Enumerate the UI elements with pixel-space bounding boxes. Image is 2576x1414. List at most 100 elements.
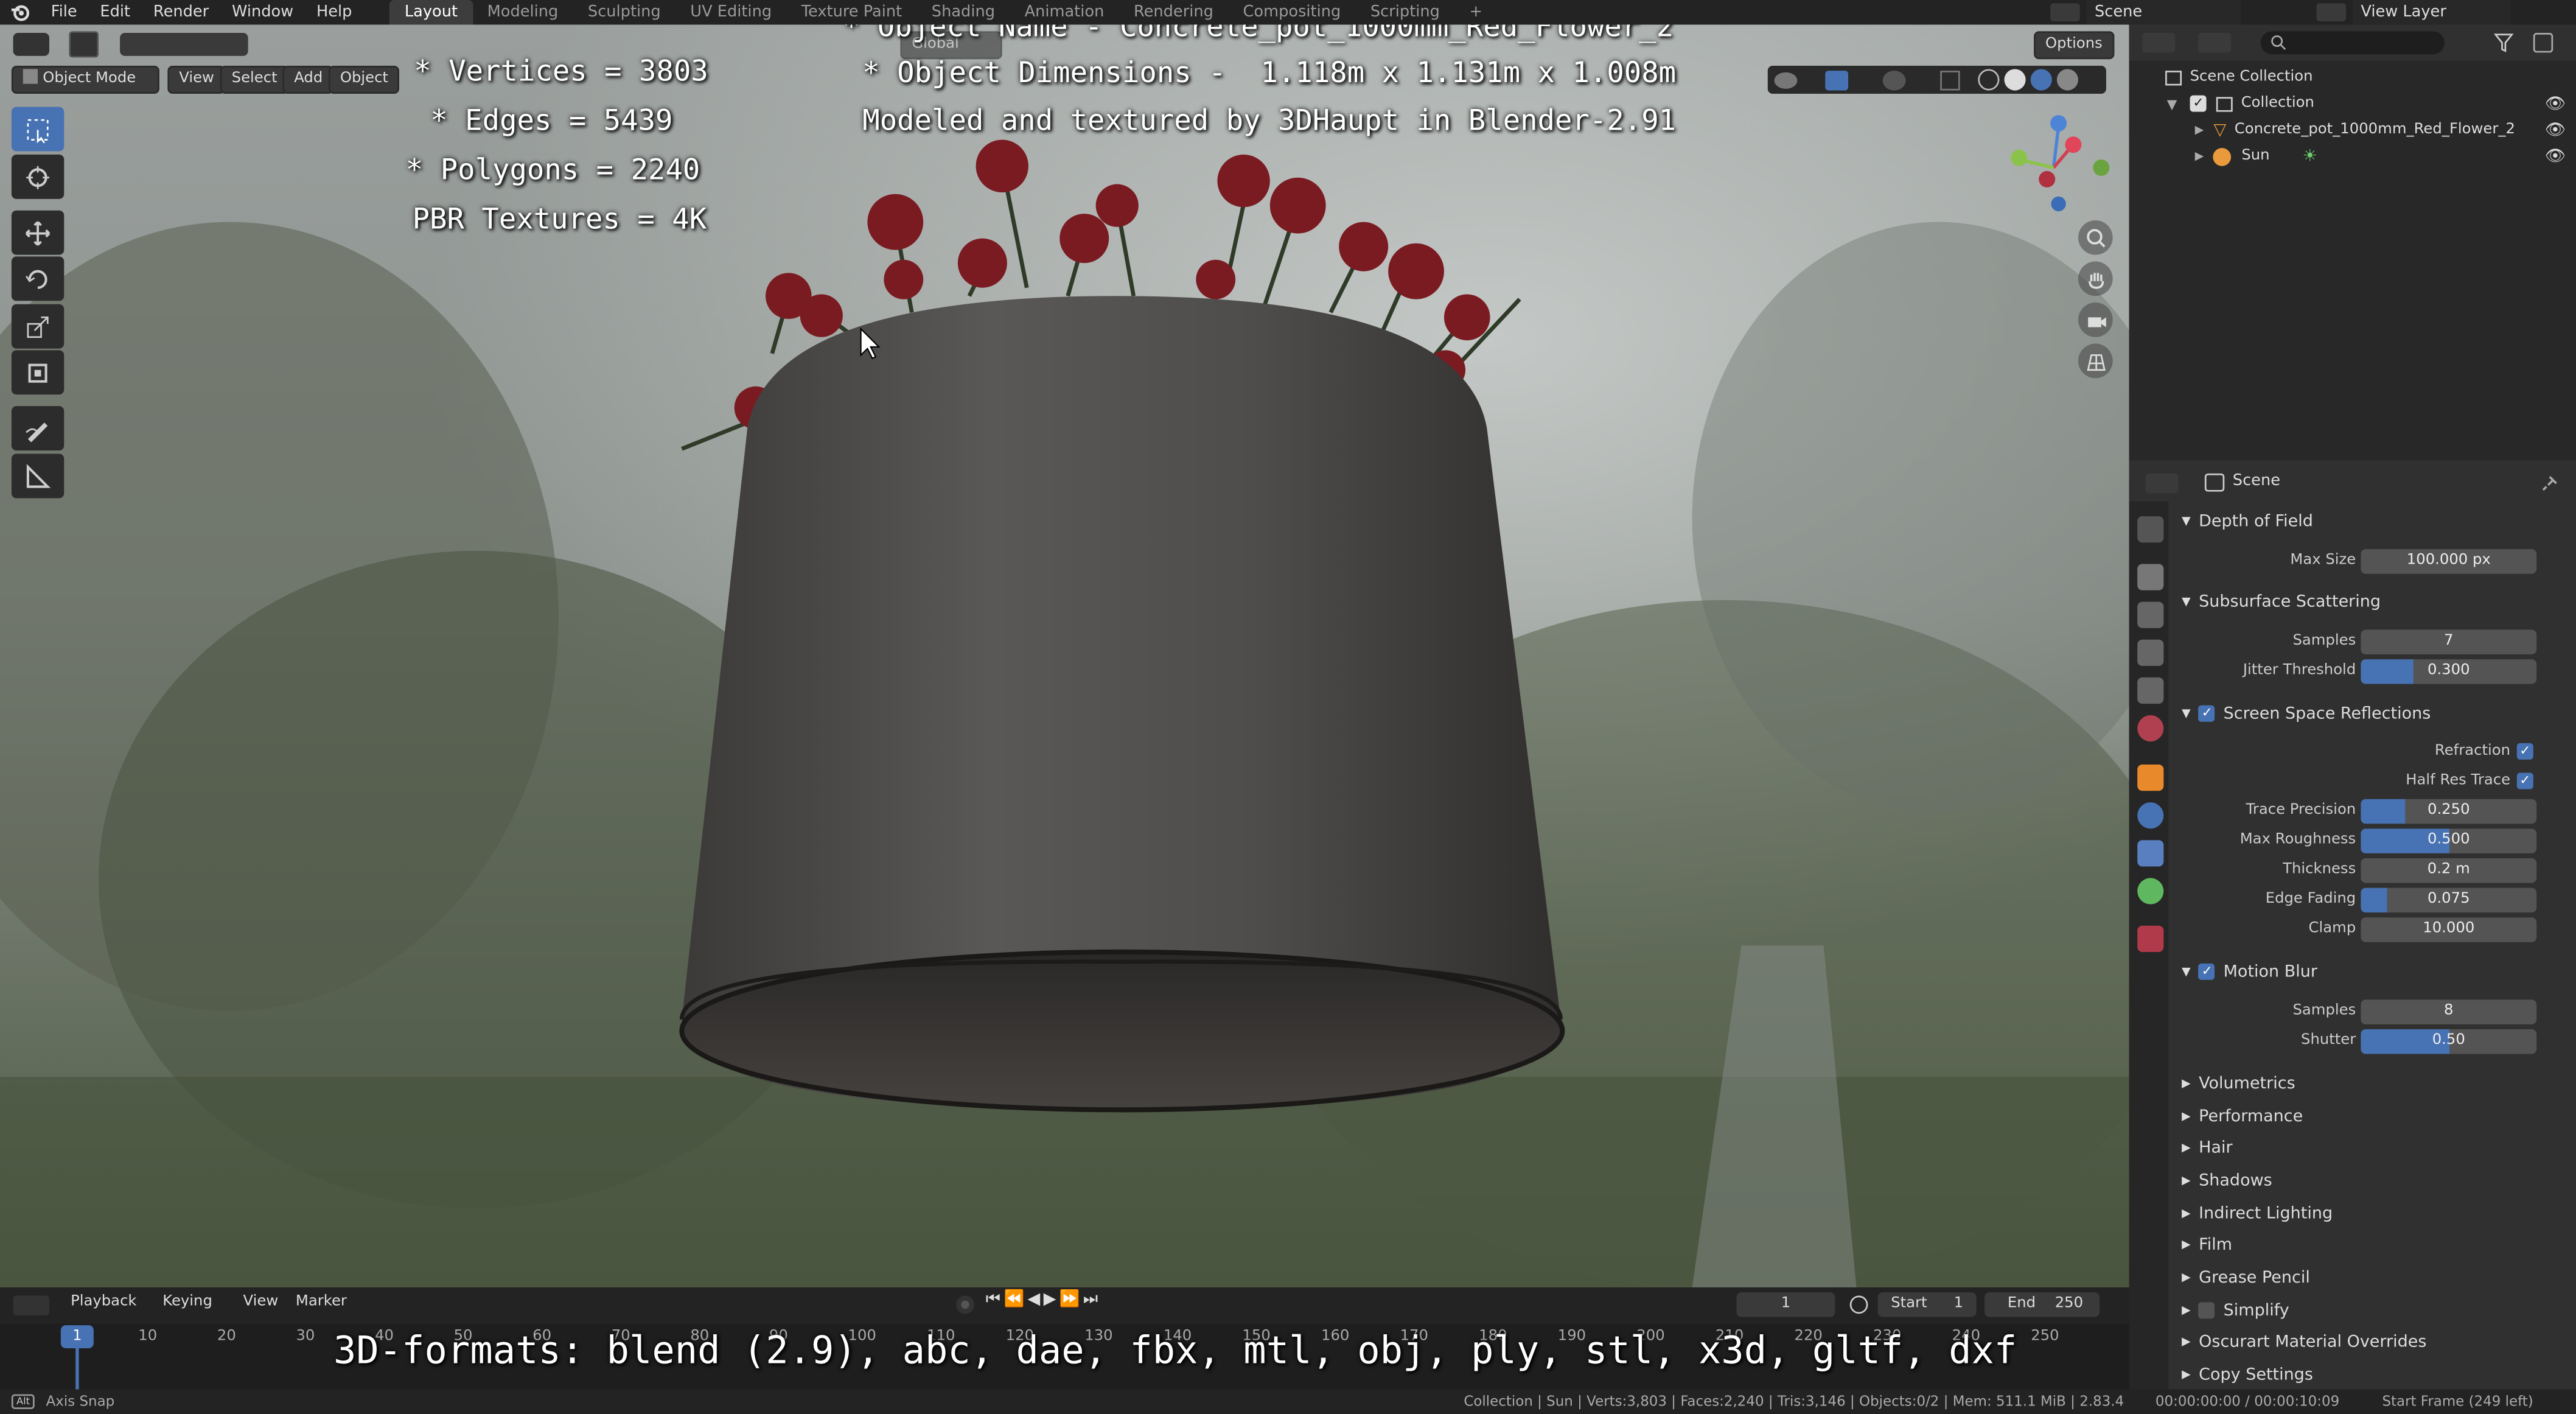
tool-rotate[interactable] — [11, 256, 65, 301]
expand-arrow-icon[interactable]: ▶ — [2195, 150, 2204, 163]
tab-rendering[interactable]: Rendering — [1119, 0, 1229, 25]
menu-help[interactable]: Help — [305, 0, 363, 25]
render-tab-icon[interactable] — [2137, 564, 2164, 590]
scene-name-field[interactable]: Scene — [2086, 0, 2241, 25]
eye-icon[interactable]: 👁 — [2545, 121, 2566, 139]
clamp-field[interactable]: 10.000 — [2361, 917, 2537, 942]
tool-annotate[interactable] — [11, 406, 65, 451]
tab-compositing[interactable]: Compositing — [1228, 0, 1355, 25]
outliner-search-input[interactable] — [2260, 31, 2445, 55]
rendered-shading-icon[interactable] — [2056, 69, 2079, 91]
timeline-editor-icon[interactable] — [13, 1295, 49, 1315]
edge-fading-slider[interactable]: 0.075 — [2361, 887, 2537, 913]
section-depth-of-field[interactable]: ▼ Depth of Field — [2168, 505, 2576, 537]
playhead[interactable]: 1 — [60, 1325, 94, 1348]
select-mode-icons[interactable] — [120, 33, 248, 56]
perspective-grid-icon[interactable] — [2078, 343, 2113, 379]
section-simplify[interactable]: ▶ Simplify — [2168, 1294, 2576, 1327]
outliner-object-row[interactable]: ▶ ▽ Concrete_pot_1000mm_Red_Flower_2 👁 — [2129, 117, 2576, 143]
section-indirect-lighting[interactable]: ▶ Indirect Lighting — [2168, 1197, 2576, 1230]
menu-file[interactable]: File — [40, 0, 89, 25]
expand-arrow-icon[interactable]: ▼ — [2167, 96, 2177, 111]
section-film[interactable]: ▶ Film — [2168, 1228, 2576, 1261]
timeline-menu-view[interactable]: View — [243, 1294, 279, 1311]
end-frame-field[interactable]: End 250 — [1984, 1292, 2100, 1317]
tool-measure[interactable] — [11, 453, 65, 499]
refraction-checkbox[interactable]: ✓ — [2516, 743, 2533, 760]
display-mode-icon[interactable] — [2198, 33, 2232, 53]
tool-settings-tab-icon[interactable] — [2137, 516, 2164, 543]
zoom-icon[interactable] — [2078, 220, 2113, 255]
navigation-gizmo[interactable] — [1996, 110, 2111, 225]
viewport-menu-object[interactable]: Object — [328, 66, 400, 94]
solid-shading-icon[interactable] — [2004, 69, 2026, 91]
section-oscurart-overrides[interactable]: ▶ Oscurart Material Overrides — [2168, 1325, 2576, 1358]
tab-scripting[interactable]: Scripting — [1356, 0, 1455, 25]
blender-logo-icon[interactable] — [0, 0, 40, 25]
tab-texture-paint[interactable]: Texture Paint — [786, 0, 916, 25]
menu-render[interactable]: Render — [142, 0, 220, 25]
output-tab-icon[interactable] — [2137, 601, 2164, 628]
constraints-tab-icon[interactable] — [2137, 840, 2164, 867]
playback-controls[interactable]: ⏮⏪◀▶⏩⏭ — [986, 1290, 1101, 1309]
outliner-collection[interactable]: ▼ ✓ Collection 👁 — [2129, 91, 2576, 117]
section-hair[interactable]: ▶ Hair — [2168, 1131, 2576, 1164]
section-screen-space-reflections[interactable]: ▼ ✓ Screen Space Reflections — [2168, 697, 2576, 730]
max-size-field[interactable]: 100.000 px — [2361, 549, 2537, 574]
object-mode-dropdown[interactable]: Object Mode — [11, 66, 159, 94]
clock-icon[interactable] — [1849, 1295, 1868, 1314]
texture-tab-icon[interactable] — [2137, 925, 2164, 952]
tool-move[interactable] — [11, 210, 65, 255]
object-tab-icon[interactable] — [2137, 765, 2164, 791]
menu-edit[interactable]: Edit — [89, 0, 142, 25]
tool-scale[interactable] — [11, 304, 65, 349]
viewport-menu-select[interactable]: Select — [220, 66, 289, 94]
timeline-menu-playback[interactable]: Playback — [71, 1294, 136, 1311]
pan-hand-icon[interactable] — [2078, 261, 2113, 296]
viewport-shading-buttons[interactable] — [1767, 66, 2106, 94]
section-copy-settings[interactable]: ▶ Copy Settings — [2168, 1358, 2576, 1391]
viewport-menu-add[interactable]: Add — [282, 66, 335, 94]
3d-viewport[interactable]: Object Mode View Select Add Object Globa… — [0, 24, 2129, 1288]
half-res-trace-checkbox[interactable]: ✓ — [2516, 772, 2533, 789]
xray-icon[interactable] — [1940, 69, 1960, 90]
thickness-field[interactable]: 0.2 m — [2361, 858, 2537, 883]
eye-icon[interactable]: 👁 — [2545, 147, 2566, 166]
camera-icon[interactable] — [2078, 303, 2113, 337]
outliner-scene-collection[interactable]: Scene Collection — [2129, 64, 2576, 90]
gizmo-icon[interactable] — [1825, 69, 1849, 90]
editor-type-icon[interactable] — [13, 33, 49, 56]
view-layer-icon[interactable] — [2316, 3, 2347, 22]
mb-samples-field[interactable]: 8 — [2361, 999, 2537, 1024]
select-tool-icon[interactable] — [69, 31, 99, 58]
outliner-editor-icon[interactable] — [2142, 33, 2176, 53]
timeline-menu-keying[interactable]: Keying — [162, 1294, 212, 1311]
section-performance[interactable]: ▶ Performance — [2168, 1100, 2576, 1133]
tab-layout[interactable]: Layout — [389, 0, 473, 25]
shutter-slider[interactable]: 0.50 — [2361, 1029, 2537, 1054]
viewport-menu-view[interactable]: View — [167, 66, 226, 94]
section-grease-pencil[interactable]: ▶ Grease Pencil — [2168, 1261, 2576, 1294]
current-frame-field[interactable]: 1 — [1736, 1292, 1835, 1317]
physics-tab-icon[interactable] — [2137, 802, 2164, 829]
max-roughness-slider[interactable]: 0.500 — [2361, 828, 2537, 853]
tab-uv-editing[interactable]: UV Editing — [675, 0, 786, 25]
section-volumetrics[interactable]: ▶ Volumetrics — [2168, 1067, 2576, 1100]
add-workspace-button[interactable]: + — [1454, 0, 1497, 25]
simplify-checkbox[interactable] — [2199, 1302, 2216, 1319]
overlay-icon[interactable] — [1882, 69, 1906, 90]
pin-icon[interactable] — [2541, 474, 2560, 492]
material-shading-icon[interactable] — [2030, 69, 2052, 91]
tab-shading[interactable]: Shading — [917, 0, 1010, 25]
world-tab-icon[interactable] — [2137, 715, 2164, 742]
trace-precision-slider[interactable]: 0.250 — [2361, 799, 2537, 824]
tool-select-box[interactable] — [11, 107, 65, 152]
scene-selector-icon[interactable] — [2050, 3, 2080, 22]
ssr-enable-checkbox[interactable]: ✓ — [2199, 705, 2216, 722]
menu-window[interactable]: Window — [220, 0, 305, 25]
eye-icon[interactable]: 👁 — [2545, 94, 2566, 113]
collection-checkbox[interactable]: ✓ — [2190, 95, 2207, 112]
motion-blur-checkbox[interactable]: ✓ — [2199, 963, 2216, 980]
section-subsurface-scattering[interactable]: ▼ Subsurface Scattering — [2168, 586, 2576, 618]
filter-icon[interactable] — [2494, 33, 2514, 52]
